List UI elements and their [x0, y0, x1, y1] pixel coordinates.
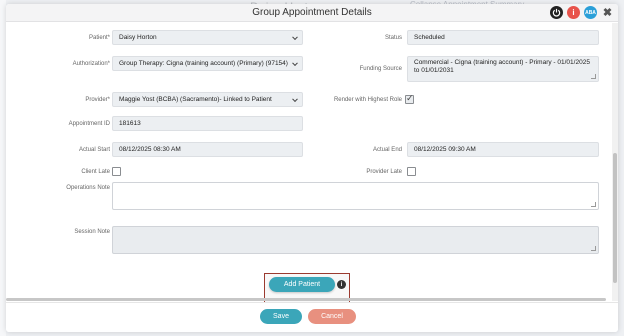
appointment-modal: Group Appointment Details i ABA ✖ Patien…: [6, 4, 618, 332]
header-icons: i ABA ✖: [550, 6, 614, 19]
actual-end-label: Actual End: [372, 147, 402, 153]
vertical-scrollbar[interactable]: [612, 23, 618, 301]
appointment-id-label: Appointment ID: [68, 121, 110, 127]
power-icon[interactable]: [550, 6, 563, 19]
add-patient-info-icon[interactable]: i: [337, 280, 346, 289]
close-icon[interactable]: ✖: [601, 6, 614, 19]
provider-select[interactable]: Maggie Yost (BCBA) (Sacramento)- Linked …: [112, 92, 303, 107]
modal-title: Group Appointment Details: [252, 7, 372, 18]
client-late-label: Client Late: [81, 169, 110, 175]
resize-grip-icon: [591, 246, 596, 251]
provider-late-checkbox[interactable]: [407, 167, 416, 176]
modal-footer: Save Cancel: [6, 302, 618, 332]
save-button[interactable]: Save: [260, 309, 302, 324]
funding-source-label: Funding Source: [359, 66, 402, 72]
funding-source-value: Commercial - Cigna (training account) - …: [414, 59, 590, 74]
provider-label: Provider*: [85, 97, 110, 103]
actual-start-label: Actual Start: [78, 147, 110, 153]
info-icon[interactable]: i: [567, 6, 580, 19]
actual-end-field[interactable]: 08/12/2025 09:30 AM: [407, 142, 599, 157]
scroll-thumb[interactable]: [613, 153, 617, 283]
client-late-checkbox[interactable]: [112, 167, 121, 176]
badge-icon[interactable]: ABA: [584, 6, 597, 19]
patient-label: Patient*: [88, 35, 110, 41]
appointment-id-field: 181613: [112, 116, 303, 131]
funding-source-field: Commercial - Cigna (training account) - …: [407, 56, 599, 82]
authorization-value: Group Therapy: Cigna (training account) …: [119, 60, 288, 67]
operations-note-textarea[interactable]: [112, 182, 599, 210]
resize-grip-icon[interactable]: [591, 202, 596, 207]
horizontal-scrollbar[interactable]: [6, 298, 606, 301]
status-label: Status: [384, 35, 402, 41]
operations-note-label: Operations Note: [66, 185, 110, 191]
cancel-button[interactable]: Cancel: [308, 309, 356, 324]
add-patient-button[interactable]: Add Patient: [269, 277, 335, 292]
provider-late-label: Provider Late: [366, 169, 402, 175]
status-field: Scheduled: [407, 30, 599, 45]
actual-start-field[interactable]: 08/12/2025 08:30 AM: [112, 142, 303, 157]
modal-body: Patient* Daisy Horton Status Scheduled A…: [6, 23, 618, 301]
render-highest-role-label: Render with Highest Role: [333, 97, 402, 103]
modal-header: Group Appointment Details i ABA ✖: [6, 4, 618, 22]
resize-grip-icon[interactable]: [591, 74, 596, 79]
session-note-textarea: [112, 226, 599, 254]
render-highest-role-checkbox[interactable]: [405, 93, 414, 104]
patient-select[interactable]: Daisy Horton: [112, 30, 303, 45]
authorization-select[interactable]: Group Therapy: Cigna (training account) …: [112, 56, 303, 71]
session-note-label: Session Note: [74, 229, 110, 235]
authorization-label: Authorization*: [72, 61, 110, 67]
